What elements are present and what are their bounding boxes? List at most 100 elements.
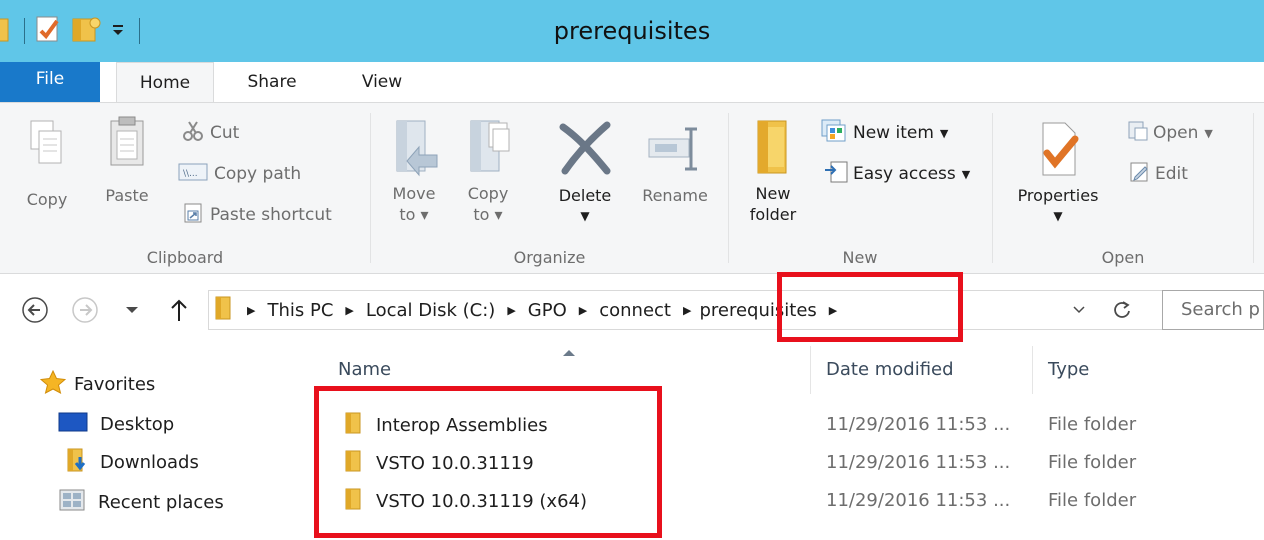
up-arrow-icon — [171, 299, 187, 321]
recent-locations-button[interactable] — [124, 302, 144, 322]
svg-text:\\...: \\... — [183, 169, 198, 179]
copy-to-icon — [463, 120, 513, 183]
title-bar: prerequisites — [0, 0, 1264, 62]
column-header-type[interactable]: Type — [1032, 346, 1264, 394]
chevron-down-icon — [126, 307, 138, 313]
navigation-row: ▶ This PC ▶ Local Disk (C:) ▶ GPO ▶ conn… — [0, 282, 1264, 338]
nav-favorites[interactable]: Favorites — [39, 368, 156, 400]
address-history-button[interactable] — [1071, 301, 1091, 321]
easy-access-dropdown-icon: ▼ — [961, 167, 971, 181]
address-bar[interactable]: ▶ This PC ▶ Local Disk (C:) ▶ GPO ▶ conn… — [208, 290, 1255, 330]
rename-icon — [645, 127, 705, 181]
open-group: Properties ▼ Open ▼ Edit Open — [993, 103, 1253, 273]
copy-icon — [27, 120, 67, 183]
move-to-label-1: Move — [392, 184, 436, 203]
new-item-dropdown-icon: ▼ — [939, 126, 949, 140]
copy-to-label-1: Copy — [467, 184, 509, 203]
folder-icon — [215, 295, 233, 326]
copy-path-icon: \\... — [178, 163, 208, 186]
open-icon — [1127, 120, 1149, 147]
ribbon-tabs: File Home Share View — [0, 62, 1264, 102]
new-item-icon — [821, 119, 849, 148]
tab-file[interactable]: File — [0, 62, 100, 102]
nav-item-desktop[interactable]: Desktop — [58, 408, 174, 440]
edit-label: Edit — [1155, 164, 1188, 184]
clipboard-group: Copy Paste Cut \\... Copy path Paste sho… — [0, 103, 370, 273]
edit-icon — [1129, 161, 1151, 188]
properties-button[interactable]: Properties ▼ — [1007, 119, 1109, 227]
open-dropdown-icon: ▼ — [1204, 126, 1213, 140]
properties-icon — [1035, 122, 1081, 183]
new-item-button[interactable]: New item ▼ — [821, 119, 948, 147]
paste-button[interactable]: Paste — [98, 113, 156, 206]
breadcrumb: ▶ This PC ▶ Local Disk (C:) ▶ GPO ▶ conn… — [215, 291, 849, 329]
recent-places-icon — [58, 488, 86, 517]
breadcrumb-arrow-icon[interactable]: ▶ — [683, 304, 691, 317]
paste-shortcut-label: Paste shortcut — [210, 205, 332, 225]
new-group-label: New — [842, 248, 878, 267]
file-type: File folder — [1048, 452, 1137, 473]
easy-access-button[interactable]: Easy access ▼ — [823, 160, 970, 188]
nav-item-recent-places[interactable]: Recent places — [58, 486, 224, 518]
paste-shortcut-button[interactable]: Paste shortcut — [182, 201, 332, 229]
copy-to-label-2: to ▾ — [473, 205, 503, 224]
delete-button[interactable]: Delete ▼ — [547, 119, 623, 227]
breadcrumb-arrow-icon[interactable]: ▶ — [579, 304, 587, 317]
file-date: 11/29/2016 11:53 ... — [826, 490, 1011, 511]
breadcrumb-item[interactable]: This PC — [267, 300, 333, 321]
breadcrumb-item[interactable]: connect — [599, 300, 671, 321]
column-header-date[interactable]: Date modified — [810, 346, 1032, 394]
file-type: File folder — [1048, 490, 1137, 511]
easy-access-icon — [823, 160, 849, 189]
new-folder-button[interactable]: New folder — [737, 115, 809, 225]
organize-group: Move to ▾ Copy to ▾ Delete ▼ Rename Orga… — [371, 103, 728, 273]
rename-label: Rename — [642, 186, 708, 205]
copy-to-button[interactable]: Copy to ▾ — [459, 115, 517, 225]
organize-group-label: Organize — [513, 248, 586, 267]
refresh-button[interactable] — [1111, 299, 1133, 321]
properties-dropdown-icon: ▼ — [1053, 209, 1063, 223]
delete-icon — [557, 121, 613, 181]
nav-item-label: Desktop — [100, 413, 175, 435]
clipboard-group-label: Clipboard — [146, 248, 224, 267]
cut-button[interactable]: Cut — [182, 119, 239, 147]
nav-favorites-label: Favorites — [74, 373, 156, 395]
edit-button[interactable]: Edit — [1129, 160, 1188, 188]
up-button[interactable] — [164, 295, 194, 325]
breadcrumb-arrow-icon[interactable]: ▶ — [507, 304, 515, 317]
nav-item-downloads[interactable]: Downloads — [66, 446, 199, 478]
file-date: 11/29/2016 11:53 ... — [826, 414, 1011, 435]
tab-home[interactable]: Home — [116, 62, 214, 102]
star-icon — [39, 369, 67, 399]
breadcrumb-item[interactable]: Local Disk (C:) — [366, 300, 495, 321]
breadcrumb-arrow-icon[interactable]: ▶ — [247, 304, 255, 317]
file-type: File folder — [1048, 414, 1137, 435]
paste-label: Paste — [105, 186, 149, 205]
highlight-box-address — [777, 272, 963, 342]
navigation-pane: Favorites Desktop Downloads Recent place… — [0, 340, 300, 540]
new-group: New folder New item ▼ Easy access ▼ New — [729, 103, 991, 273]
open-group-label: Open — [1101, 248, 1145, 267]
chevron-down-icon — [1073, 306, 1085, 314]
delete-label: Delete — [558, 186, 612, 205]
nav-item-label: Downloads — [100, 451, 199, 473]
properties-label: Properties — [1017, 186, 1099, 205]
tab-view[interactable]: View — [352, 62, 412, 102]
open-button[interactable]: Open ▼ — [1127, 119, 1213, 147]
group-separator — [1253, 113, 1254, 263]
copy-path-button[interactable]: \\... Copy path — [178, 160, 301, 188]
rename-button[interactable]: Rename — [635, 121, 715, 206]
copy-button[interactable]: Copy — [22, 117, 72, 210]
new-folder-label-2: folder — [749, 205, 797, 224]
move-to-label-2: to ▾ — [399, 205, 429, 224]
tab-share[interactable]: Share — [236, 62, 308, 102]
search-input[interactable]: Search p — [1162, 290, 1264, 330]
move-to-button[interactable]: Move to ▾ — [385, 115, 443, 225]
forward-arrow-icon — [72, 297, 98, 323]
breadcrumb-item[interactable]: GPO — [528, 300, 567, 321]
back-button[interactable] — [20, 295, 50, 325]
paste-shortcut-icon — [182, 202, 204, 229]
breadcrumb-arrow-icon[interactable]: ▶ — [345, 304, 353, 317]
desktop-icon — [58, 412, 88, 437]
forward-button[interactable] — [70, 295, 100, 325]
